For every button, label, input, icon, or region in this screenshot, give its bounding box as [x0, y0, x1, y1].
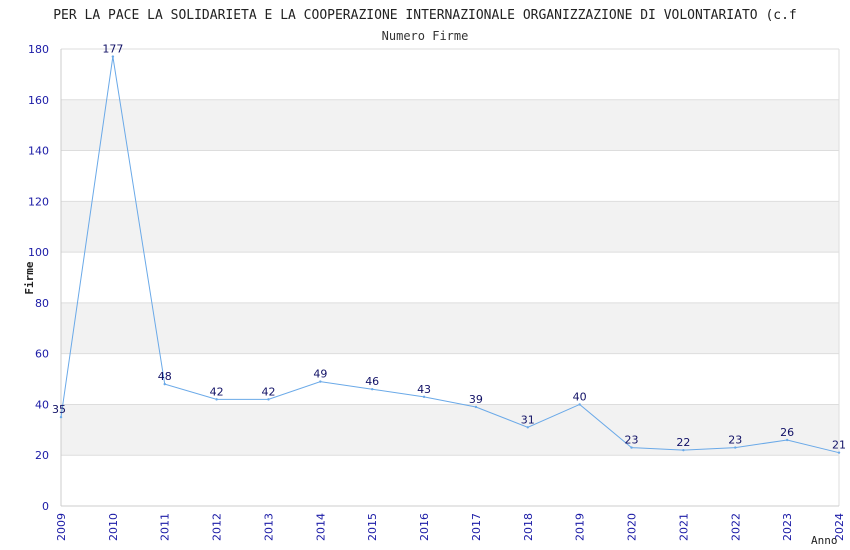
- x-tick-label: 2021: [677, 513, 690, 541]
- y-tick-label: 160: [28, 94, 49, 107]
- y-tick-label: 140: [28, 145, 49, 158]
- data-point: [422, 395, 426, 399]
- grid-band: [61, 201, 839, 253]
- data-label: 42: [261, 385, 275, 398]
- y-tick-label: 80: [35, 297, 49, 310]
- data-point: [319, 380, 322, 383]
- data-label: 49: [313, 368, 327, 381]
- data-label: 23: [728, 434, 742, 447]
- y-tick-label: 20: [35, 449, 49, 462]
- grid-band: [61, 99, 839, 151]
- x-axis-title: Anno: [811, 534, 838, 547]
- data-point: [59, 415, 63, 419]
- y-tick-label: 100: [28, 246, 49, 259]
- data-label: 21: [832, 439, 846, 452]
- line-chart: 0 20 40 60 80 100 120 140 160 180 2009 2010 2011 201…: [23, 8, 846, 547]
- data-label: 42: [210, 385, 224, 398]
- data-label: 177: [102, 43, 123, 56]
- x-tick-label: 2020: [626, 513, 639, 541]
- data-label: 48: [158, 370, 172, 383]
- data-label: 43: [417, 383, 431, 396]
- y-tick-label: 60: [35, 348, 49, 361]
- y-tick-label: 40: [35, 398, 49, 411]
- data-point: [267, 398, 270, 401]
- x-axis-ticks: 2009 2010 2011 2012 2013 2014 2015 2016 2017 2018…: [55, 513, 846, 541]
- data-label: 35: [52, 403, 66, 416]
- grid-band: [61, 302, 839, 354]
- x-tick-label: 2014: [314, 513, 327, 541]
- x-tick-label: 2015: [366, 513, 379, 541]
- data-point: [734, 446, 737, 449]
- y-tick-label: 120: [28, 195, 49, 208]
- data-point: [111, 55, 115, 58]
- data-point: [474, 405, 478, 409]
- y-axis-title: Firme: [23, 261, 36, 294]
- data-point: [785, 438, 789, 442]
- data-label: 39: [469, 393, 483, 406]
- x-tick-label: 2013: [262, 513, 275, 541]
- data-point: [837, 451, 841, 454]
- y-tick-label: 0: [42, 500, 49, 513]
- grid-band: [61, 404, 839, 456]
- data-point: [371, 388, 374, 391]
- x-tick-label: 2018: [522, 513, 535, 541]
- data-label: 23: [625, 434, 639, 447]
- x-tick-label: 2022: [729, 513, 742, 541]
- y-tick-label: 180: [28, 43, 49, 56]
- x-tick-label: 2012: [211, 513, 224, 541]
- data-label: 22: [676, 436, 690, 449]
- chart-subtitle: Numero Firme: [382, 29, 469, 43]
- chart: 0 20 40 60 80 100 120 140 160 180 2009 2010 2011 201…: [0, 0, 850, 550]
- data-point: [163, 382, 166, 386]
- data-point: [630, 446, 633, 449]
- data-label: 26: [780, 426, 794, 439]
- data-label: 31: [521, 413, 535, 426]
- data-label: 40: [573, 390, 587, 403]
- data-point: [215, 398, 218, 401]
- x-tick-label: 2019: [574, 513, 587, 541]
- x-tick-label: 2016: [418, 513, 431, 541]
- data-point: [526, 426, 529, 429]
- x-tick-label: 2023: [781, 513, 794, 541]
- x-tick-label: 2011: [159, 513, 172, 541]
- data-point: [682, 448, 685, 452]
- x-tick-label: 2017: [470, 513, 483, 541]
- chart-title: PER LA PACE LA SOLIDARIETA E LA COOPERAZ…: [53, 8, 797, 23]
- x-tick-label: 2010: [107, 513, 120, 541]
- data-point: [578, 403, 581, 406]
- data-label: 46: [365, 375, 379, 388]
- x-tick-label: 2009: [55, 513, 68, 541]
